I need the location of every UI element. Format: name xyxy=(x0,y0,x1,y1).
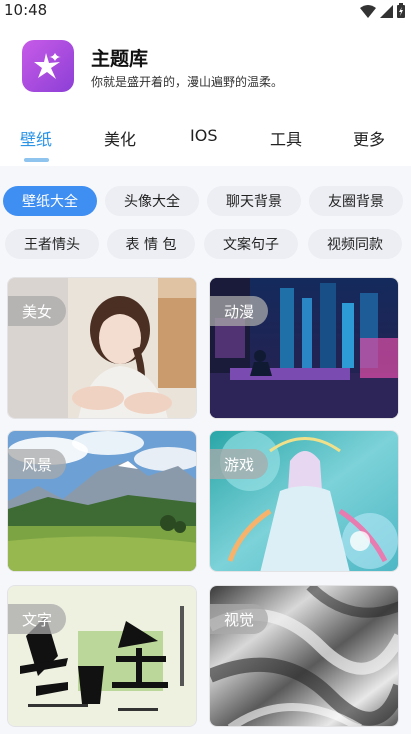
card-beauty[interactable]: 美女 xyxy=(7,277,197,419)
card-label-scenery: 风景 xyxy=(8,449,67,479)
chip-chat-backgrounds[interactable]: 聊天背景 xyxy=(207,186,301,216)
card-label-beauty: 美女 xyxy=(8,296,67,326)
card-label-text: 文字 xyxy=(8,604,67,634)
card-game[interactable]: 游戏 xyxy=(209,430,399,572)
chip-moments-backgrounds[interactable]: 友圈背景 xyxy=(309,186,403,216)
chip-stickers[interactable]: 表 情 包 xyxy=(107,229,195,259)
tab-indicator xyxy=(24,158,49,162)
tab-wallpaper[interactable]: 壁纸 xyxy=(20,126,52,150)
card-text[interactable]: 文字 xyxy=(7,585,197,727)
card-label-anime: 动漫 xyxy=(210,296,269,326)
wallpaper-gallery: 美女 动漫 风景 游戏 文字 视觉 xyxy=(0,266,411,734)
card-scenery[interactable]: 风景 xyxy=(7,430,197,572)
tab-more[interactable]: 更多 xyxy=(353,126,385,150)
category-tabs: 壁纸 美化 IOS 工具 更多 xyxy=(0,118,411,162)
app-icon xyxy=(22,40,74,92)
chip-quotes[interactable]: 文案句子 xyxy=(204,229,298,259)
star-logo-icon xyxy=(34,53,61,79)
wifi-icon xyxy=(360,5,376,18)
app-title: 主题库 xyxy=(91,48,149,70)
signal-icon xyxy=(380,5,393,18)
chip-video-same[interactable]: 视频同款 xyxy=(308,229,402,259)
subcategory-chips: 壁纸大全 头像大全 聊天背景 友圈背景 王者情头 表 情 包 文案句子 视频同款 xyxy=(0,166,411,266)
app-subtitle: 你就是盛开着的，漫山遍野的温柔。 xyxy=(91,75,284,89)
card-label-game: 游戏 xyxy=(210,449,269,479)
status-time: 10:48 xyxy=(4,1,48,19)
card-anime[interactable]: 动漫 xyxy=(209,277,399,419)
chip-avatars[interactable]: 头像大全 xyxy=(105,186,199,216)
card-visual[interactable]: 视觉 xyxy=(209,585,399,727)
tab-ios[interactable]: IOS xyxy=(190,126,217,145)
chip-wallpapers[interactable]: 壁纸大全 xyxy=(3,186,97,216)
chip-couple-avatars[interactable]: 王者情头 xyxy=(5,229,99,259)
tab-beautify[interactable]: 美化 xyxy=(104,126,136,150)
status-icons xyxy=(360,3,405,18)
tab-tools[interactable]: 工具 xyxy=(270,126,302,150)
card-label-visual: 视觉 xyxy=(210,604,269,634)
battery-icon xyxy=(397,3,405,18)
status-bar: 10:48 xyxy=(0,0,411,22)
